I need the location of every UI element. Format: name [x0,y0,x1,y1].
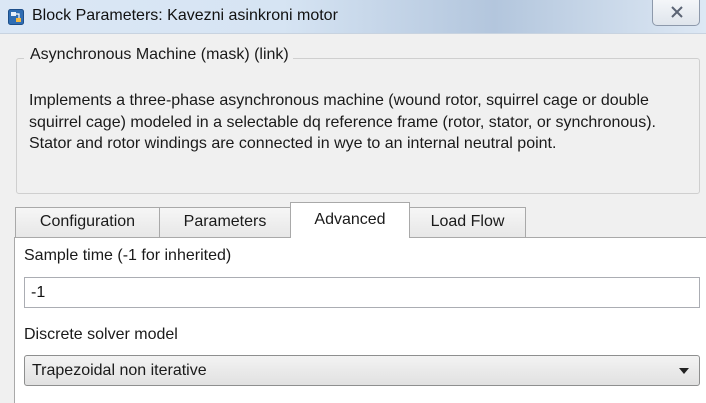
chevron-down-icon [679,368,689,374]
tab-load-flow[interactable]: Load Flow [409,207,526,237]
tab-parameters[interactable]: Parameters [159,207,291,237]
tab-configuration[interactable]: Configuration [15,207,160,237]
title-bar[interactable]: Block Parameters: Kavezni asinkroni moto… [0,0,706,34]
block-parameters-dialog: Block Parameters: Kavezni asinkroni moto… [0,0,706,403]
solver-select-value: Trapezoidal non iterative [32,362,207,379]
close-icon [671,6,683,18]
window-title: Block Parameters: Kavezni asinkroni moto… [32,7,338,24]
tab-strip: Configuration Parameters Advanced Load F… [0,200,706,238]
sample-time-input[interactable] [24,277,700,308]
solver-select[interactable]: Trapezoidal non iterative [24,355,700,386]
mask-description: Implements a three-phase asynchronous ma… [29,92,656,152]
solver-label: Discrete solver model [24,326,178,343]
mask-title: Asynchronous Machine (mask) (link) [24,46,293,64]
simulink-block-icon [8,9,24,25]
sample-time-label: Sample time (-1 for inherited) [24,247,232,264]
tab-advanced[interactable]: Advanced [290,202,410,238]
close-button[interactable] [652,0,700,26]
